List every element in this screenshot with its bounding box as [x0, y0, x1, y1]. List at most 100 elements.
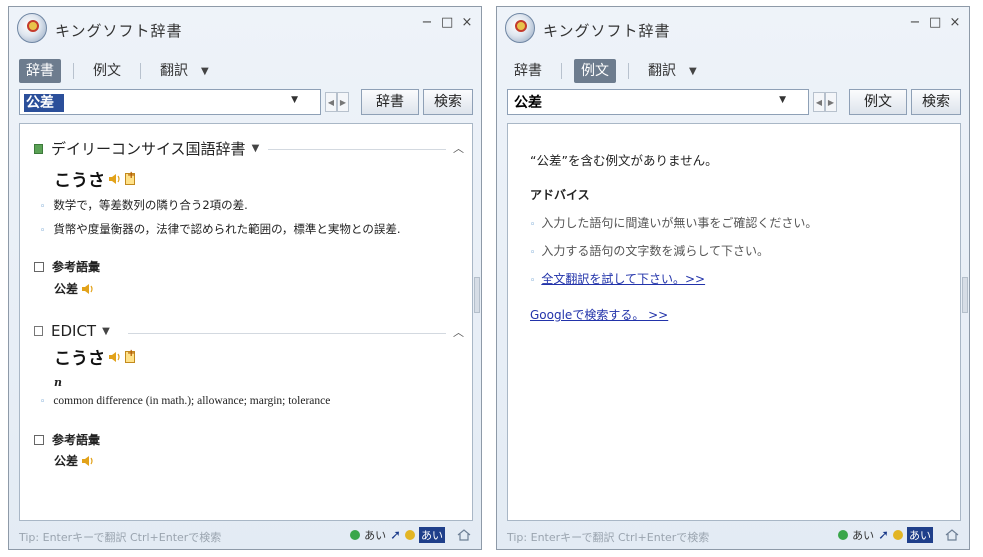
bullet-icon: ◦ [530, 276, 536, 286]
minimize-button[interactable]: − [421, 15, 433, 30]
dict-header-edict[interactable]: EDICT ▼ [34, 322, 110, 340]
result-panel[interactable]: デイリーコンサイス国語辞書 ▼ ︿ こうさ ◦ 数学で，等差数列の隣り合う2項の差… [19, 123, 473, 521]
tab-examples[interactable]: 例文 [574, 59, 616, 83]
advice-item: ◦ 入力する語句の文字数を減らして下さい。 [530, 242, 769, 259]
divider [128, 333, 446, 334]
collapse-up-icon[interactable]: ︿ [453, 324, 464, 340]
tip-text: Tip: Enterキーで翻訳 Ctrl+Enterで検索 [507, 531, 710, 544]
definition-text: common difference (in math.); allowance;… [53, 395, 331, 407]
result-panel[interactable]: “公差”を含む例文がありません。 アドバイス ◦ 入力した語句に間違いが無い事をご… [507, 123, 961, 521]
related-words-header[interactable]: 参考語彙 [34, 431, 100, 448]
title-bar[interactable]: キングソフト辞書 − □ × [497, 7, 969, 49]
smile-icon[interactable] [405, 530, 415, 540]
headword: こうさ [54, 166, 135, 192]
collapse-up-icon[interactable]: ︿ [453, 140, 464, 156]
check-icon[interactable] [350, 530, 361, 540]
full-translation-link[interactable]: 全文翻訳を試して下さい。>> [541, 272, 705, 286]
tab-translate[interactable]: 翻訳 [641, 59, 683, 83]
back-arrow-icon[interactable]: ◀ [325, 92, 337, 112]
speaker-icon[interactable] [81, 455, 95, 467]
part-of-speech: n [54, 376, 62, 389]
advice-item: ◦ 全文翻訳を試して下さい。>> [530, 270, 705, 287]
chevron-down-icon[interactable]: ▼ [102, 326, 110, 337]
headword-reading: こうさ [54, 171, 105, 191]
definition-text: 数学で，等差数列の隣り合う2項の差. [53, 198, 248, 212]
search-row: ▼ ◀ ▶ 例文 検索 [507, 89, 961, 117]
advice-title: アドバイス [530, 188, 590, 202]
smile-icon[interactable] [893, 530, 903, 540]
related-word[interactable]: 公差 [54, 452, 95, 469]
back-arrow-icon[interactable]: ◀ [813, 92, 825, 112]
search-input[interactable] [22, 92, 290, 112]
definition-item: ◦ 数学で，等差数列の隣り合う2項の差. [40, 197, 248, 213]
close-button[interactable]: × [949, 15, 961, 30]
dict-header-daily-concise[interactable]: デイリーコンサイス国語辞書 ▼ [34, 138, 259, 159]
tab-translate[interactable]: 翻訳 [153, 59, 195, 83]
related-words-label: 参考語彙 [52, 433, 101, 447]
related-word-text[interactable]: 公差 [54, 452, 78, 469]
tab-dictionary[interactable]: 辞書 [507, 59, 549, 83]
minimize-button[interactable]: − [909, 15, 921, 30]
side-grip-handle[interactable] [962, 277, 968, 313]
chevron-down-icon[interactable]: ▼ [252, 143, 260, 154]
history-nav: ◀ ▶ [325, 92, 351, 112]
cursor-arrow-icon[interactable]: ➚ [390, 528, 401, 543]
no-examples-message: “公差”を含む例文がありません。 [530, 153, 718, 168]
app-logo-icon [505, 13, 535, 43]
side-grip-handle[interactable] [474, 277, 480, 313]
home-icon[interactable] [457, 529, 471, 541]
status-bar: Tip: Enterキーで翻訳 Ctrl+Enterで検索 あい ➚ あい [19, 527, 471, 545]
advice-item: ◦ 入力した語句に間違いが無い事をご確認ください。 [530, 214, 817, 231]
ime-mode-1[interactable]: あい [364, 527, 386, 543]
google-search-link[interactable]: Googleで検索する。 >> [530, 306, 668, 323]
speaker-icon[interactable] [108, 173, 122, 185]
speaker-icon[interactable] [81, 283, 95, 295]
history-dropdown-icon[interactable]: ▼ [779, 95, 786, 105]
window-title: キングソフト辞書 [55, 22, 183, 40]
tab-examples[interactable]: 例文 [86, 59, 128, 83]
forward-arrow-icon[interactable]: ▶ [337, 92, 349, 112]
speaker-icon[interactable] [108, 351, 122, 363]
home-icon[interactable] [945, 529, 959, 541]
advice-text: 入力した語句に間違いが無い事をご確認ください。 [541, 216, 818, 230]
forward-arrow-icon[interactable]: ▶ [825, 92, 837, 112]
ime-mode-2[interactable]: あい [419, 527, 445, 543]
tab-divider [561, 63, 562, 79]
collapse-box-icon[interactable] [34, 434, 44, 445]
close-button[interactable]: × [461, 15, 473, 30]
history-nav: ◀ ▶ [813, 92, 839, 112]
search-input[interactable] [510, 92, 778, 112]
related-word-text[interactable]: 公差 [54, 280, 78, 297]
cursor-arrow-icon[interactable]: ➚ [878, 528, 889, 543]
definition-item: ◦ 貨幣や度量衡器の，法律で認められた範囲の，標準と実物との誤差. [40, 221, 400, 237]
bullet-icon: ◦ [530, 220, 536, 230]
maximize-button[interactable]: □ [441, 15, 453, 30]
chevron-down-icon[interactable]: ▼ [201, 66, 209, 77]
dict-name: EDICT [51, 322, 97, 340]
headword-reading: こうさ [54, 349, 105, 369]
history-dropdown-icon[interactable]: ▼ [291, 95, 298, 105]
collapse-box-icon[interactable] [34, 261, 44, 272]
add-wordbook-icon[interactable] [125, 348, 135, 363]
check-icon[interactable] [838, 530, 849, 540]
related-words-header[interactable]: 参考語彙 [34, 258, 100, 275]
title-bar[interactable]: キングソフト辞書 − □ × [9, 7, 481, 49]
bullet-icon: ◦ [40, 397, 46, 407]
examples-button[interactable]: 例文 [849, 89, 907, 115]
ime-mode-2[interactable]: あい [907, 527, 933, 543]
dictionary-button[interactable]: 辞書 [361, 89, 419, 115]
bullet-icon: ◦ [40, 226, 46, 236]
ime-mode-1[interactable]: あい [852, 527, 874, 543]
headword: こうさ [54, 344, 135, 370]
search-button[interactable]: 検索 [911, 89, 961, 115]
window-title: キングソフト辞書 [543, 22, 671, 40]
search-button[interactable]: 検索 [423, 89, 473, 115]
status-bar: Tip: Enterキーで翻訳 Ctrl+Enterで検索 あい ➚ あい [507, 527, 959, 545]
maximize-button[interactable]: □ [929, 15, 941, 30]
bullet-icon: ◦ [40, 202, 46, 212]
related-word[interactable]: 公差 [54, 280, 95, 297]
tab-dictionary[interactable]: 辞書 [19, 59, 61, 83]
add-wordbook-icon[interactable] [125, 170, 135, 185]
chevron-down-icon[interactable]: ▼ [689, 66, 697, 77]
mode-tabs: 辞書 例文 翻訳 ▼ [507, 59, 697, 83]
